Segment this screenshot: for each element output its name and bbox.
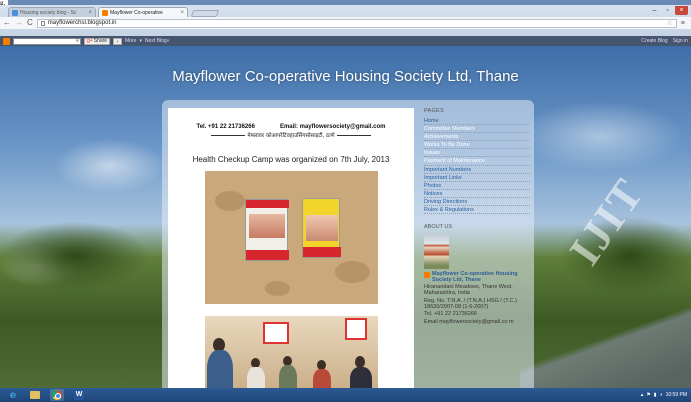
browser-toolbar: ← → C mayflowerchsl.blogspot.in ☆ ≡ bbox=[0, 17, 691, 29]
window-controls: – ▫ × bbox=[649, 6, 688, 15]
create-blog-link[interactable]: Create Blog bbox=[641, 38, 667, 44]
close-icon[interactable]: × bbox=[88, 10, 92, 16]
new-tab-button[interactable] bbox=[190, 10, 220, 17]
windows-taskbar: e W ▴ ⚑ ▮ ◖ 10:59 PM bbox=[0, 388, 691, 402]
system-tray: ▴ ⚑ ▮ ◖ 10:59 PM bbox=[641, 392, 691, 398]
more-menu[interactable]: More bbox=[125, 38, 136, 44]
blogger-profile-icon bbox=[424, 272, 430, 279]
blogger-favicon-icon bbox=[12, 9, 18, 16]
blog-title[interactable]: Mayflower Co-operative Housing Society L… bbox=[0, 68, 691, 85]
back-arrow-icon[interactable]: ← bbox=[3, 18, 11, 28]
share-label: Share bbox=[93, 38, 108, 44]
browser-chrome: Housing society blog - Sc × Mayflower Co… bbox=[0, 5, 691, 36]
blogger-favicon-icon bbox=[102, 9, 108, 16]
background-road bbox=[520, 306, 691, 388]
window-close-icon[interactable]: × bbox=[675, 6, 688, 15]
more-options-button[interactable]: ‹ bbox=[113, 37, 123, 45]
volume-icon[interactable]: ◖ bbox=[660, 392, 663, 398]
letterhead: Tel. +91 22 21736266 Email: mayflowersoc… bbox=[168, 124, 414, 139]
clock-time: 10:59 PM bbox=[665, 391, 687, 398]
post-photo-posters[interactable] bbox=[205, 171, 378, 304]
bookmark-star-icon[interactable]: ☆ bbox=[667, 19, 673, 27]
sidebar-item-committee-members[interactable]: Committee Members bbox=[424, 125, 530, 134]
sidebar-item-home[interactable]: Home bbox=[424, 117, 530, 126]
pages-list: Home Committee Members Achievements Work… bbox=[424, 117, 530, 215]
flag-icon[interactable]: ⚑ bbox=[646, 392, 650, 398]
background-trees-left bbox=[0, 221, 150, 291]
menu-icon[interactable]: ≡ bbox=[681, 20, 685, 27]
blog-post: Tel. +91 22 21736266 Email: mayflowersoc… bbox=[168, 108, 414, 396]
chrome-icon[interactable] bbox=[50, 389, 64, 401]
sidebar-item-payment-of-maintenance[interactable]: Payment of Maintenance bbox=[424, 157, 530, 166]
forward-arrow-icon[interactable]: → bbox=[15, 18, 23, 28]
sidebar: PAGES Home Committee Members Achievement… bbox=[424, 108, 530, 393]
about-email: Email mayflowersociety@gmail.co m bbox=[424, 318, 514, 325]
about-us-section: ABOUT US Mayflower Co-operative Housing … bbox=[424, 224, 530, 325]
blog-search-input[interactable]: ⚲ bbox=[13, 37, 81, 45]
blogger-logo-icon[interactable] bbox=[3, 37, 10, 45]
letterhead-marathi: मेफ्लावर कोआपरेटिवहाउसिंगसोसाइटी, ठाणे bbox=[247, 133, 335, 139]
close-icon[interactable]: × bbox=[180, 10, 184, 16]
about-registration: Reg. No. T.N.A. / (T.N.A.) HSG / (T.C.) … bbox=[424, 297, 517, 311]
poster-right bbox=[302, 198, 341, 258]
gplus-icon: g+ bbox=[87, 38, 93, 44]
building-photo[interactable] bbox=[424, 233, 449, 270]
reload-icon[interactable]: C bbox=[27, 18, 33, 28]
banner bbox=[345, 318, 367, 340]
about-name-link[interactable]: Mayflower Co-operative Housing Society L… bbox=[432, 271, 530, 283]
tab-strip: Housing society blog - Sc × Mayflower Co… bbox=[0, 5, 691, 17]
sidebar-item-driving-directions[interactable]: Driving Directions bbox=[424, 198, 530, 207]
about-us-heading: ABOUT US bbox=[424, 224, 453, 231]
post-heading: Health Checkup Camp was organized on 7th… bbox=[192, 155, 390, 164]
divider bbox=[336, 134, 371, 136]
internet-explorer-icon[interactable]: e bbox=[6, 389, 20, 401]
clock[interactable]: 10:59 PM bbox=[665, 391, 687, 398]
letterhead-tel: Tel. +91 22 21736266 bbox=[196, 124, 255, 130]
sign-in-link[interactable]: Sign in bbox=[673, 38, 688, 44]
sidebar-item-important-numbers[interactable]: Important Numbers bbox=[424, 166, 530, 174]
search-icon[interactable]: ⚲ bbox=[75, 38, 79, 44]
maximize-icon[interactable]: ▫ bbox=[662, 6, 673, 15]
banner bbox=[263, 322, 289, 344]
tab-title: Housing society blog - Sc bbox=[20, 9, 77, 16]
word-icon[interactable]: W bbox=[72, 389, 86, 401]
blogger-navbar: ⚲ g+ Share ‹ More ▾ Next Blog» Create Blo… bbox=[0, 36, 691, 46]
sidebar-item-works-to-be-done[interactable]: Works To Be Done bbox=[424, 141, 530, 150]
minimize-icon[interactable]: – bbox=[649, 6, 660, 15]
sidebar-item-notices[interactable]: Notices bbox=[424, 190, 530, 198]
tab-housing-society[interactable]: Housing society blog - Sc × bbox=[8, 7, 96, 17]
about-address: Hiranandani Meadows, Thane West, Maharas… bbox=[424, 284, 513, 297]
sidebar-item-important-links[interactable]: Important Links bbox=[424, 174, 530, 182]
divider bbox=[211, 134, 246, 136]
next-blog-link[interactable]: Next Blog» bbox=[145, 38, 169, 44]
url-text: mayflowerchsl.blogspot.in bbox=[47, 20, 117, 26]
page-icon bbox=[40, 20, 45, 26]
sidebar-item-issues[interactable]: Issues bbox=[424, 149, 530, 158]
blogger-navbar-right: Create Blog Sign in bbox=[641, 38, 688, 44]
about-tel: Tel. +91 22 21736266 bbox=[424, 311, 478, 318]
share-button[interactable]: g+ Share bbox=[84, 37, 111, 45]
sidebar-item-rules-regulations[interactable]: Rules & Regulations bbox=[424, 206, 530, 215]
sidebar-item-achievements[interactable]: Achievements bbox=[424, 133, 530, 142]
dropdown-arrow-icon: ▾ bbox=[139, 38, 142, 44]
file-explorer-icon[interactable] bbox=[28, 389, 42, 401]
post-photo-camp[interactable] bbox=[205, 316, 378, 396]
poster-left bbox=[245, 199, 289, 261]
tab-title: Mayflower Co-operative bbox=[110, 9, 163, 16]
tab-mayflower[interactable]: Mayflower Co-operative × bbox=[98, 7, 188, 17]
letterhead-email: Email: mayflowersociety@gmail.com bbox=[279, 124, 386, 130]
pages-heading: PAGES bbox=[424, 108, 445, 114]
network-icon[interactable]: ▮ bbox=[654, 392, 657, 398]
sidebar-item-photos[interactable]: Photos bbox=[424, 182, 530, 190]
tray-arrow-icon[interactable]: ▴ bbox=[641, 392, 644, 398]
address-bar[interactable]: mayflowerchsl.blogspot.in ☆ bbox=[36, 18, 677, 28]
